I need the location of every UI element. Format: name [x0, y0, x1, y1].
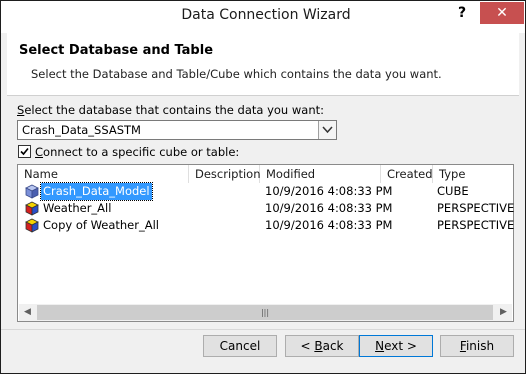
perspective-icon [25, 218, 39, 233]
scroll-right-icon[interactable]: ▶ [495, 304, 512, 321]
button-separator [1, 329, 525, 330]
connect-cube-checkbox[interactable] [18, 145, 31, 158]
wizard-window: Data Connection Wizard ? ✕ Select Databa… [0, 0, 526, 374]
table-row[interactable]: Crash_Data_Model 10/9/2016 4:08:33 PM CU… [18, 182, 513, 201]
scroll-left-icon[interactable]: ◀ [19, 304, 36, 321]
row-name: Weather_All [43, 201, 112, 215]
step-title: Select Database and Table [19, 43, 214, 58]
help-button[interactable]: ? [447, 2, 477, 24]
database-label: Select the database that contains the da… [17, 103, 324, 117]
database-dropdown-value: Crash_Data_SSASTM [22, 123, 141, 137]
scrollbar-thumb[interactable]: ||| [37, 305, 493, 320]
row-type: PERSPECTIVE [437, 201, 515, 215]
connect-cube-label: Connect to a specific cube or table: [35, 145, 240, 159]
row-type: PERSPECTIVE [437, 218, 515, 232]
horizontal-scrollbar[interactable]: ◀ ||| ▶ [19, 304, 512, 321]
perspective-icon [25, 201, 39, 216]
column-header-description[interactable]: Description [189, 165, 261, 183]
row-type: CUBE [437, 184, 469, 198]
database-dropdown[interactable]: Crash_Data_SSASTM [17, 120, 337, 140]
cube-icon [25, 184, 39, 199]
column-header-created[interactable]: Created [381, 165, 433, 183]
cancel-button[interactable]: Cancel [203, 335, 277, 357]
table-row[interactable]: Weather_All 10/9/2016 4:08:33 PM PERSPEC… [18, 200, 515, 217]
column-header-name[interactable]: Name [18, 165, 189, 183]
next-button[interactable]: Next > [359, 335, 433, 357]
column-header-modified[interactable]: Modified [260, 165, 381, 183]
header-panel: Select Database and Table Select the Dat… [7, 33, 519, 96]
chevron-down-icon[interactable] [318, 121, 336, 139]
cube-table-list[interactable]: Name Description Modified Created Type C… [17, 164, 514, 322]
title-bar: Data Connection Wizard ? ✕ [1, 1, 525, 33]
table-row[interactable]: Copy of Weather_All 10/9/2016 4:08:33 PM… [18, 217, 515, 234]
column-header-type[interactable]: Type [433, 165, 513, 183]
row-name: Copy of Weather_All [43, 218, 159, 232]
back-button[interactable]: < Back [285, 335, 359, 357]
finish-button[interactable]: Finish [440, 335, 514, 357]
row-modified: 10/9/2016 4:08:33 PM [265, 184, 393, 198]
close-button[interactable]: ✕ [480, 2, 524, 24]
row-name: Crash_Data_Model [40, 182, 153, 201]
row-modified: 10/9/2016 4:08:33 PM [265, 218, 393, 232]
row-modified: 10/9/2016 4:08:33 PM [265, 201, 393, 215]
step-subtitle: Select the Database and Table/Cube which… [31, 67, 442, 81]
